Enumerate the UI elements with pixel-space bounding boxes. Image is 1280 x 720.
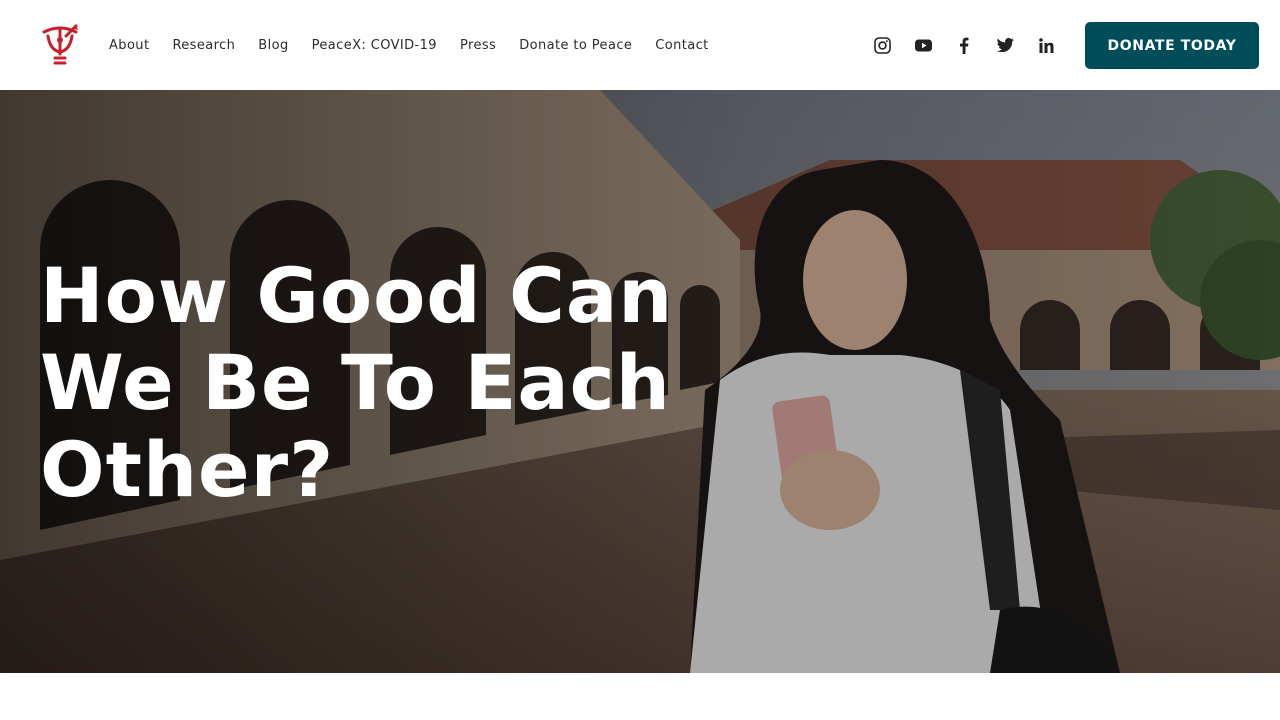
hero-banner: How Good Can We Be To Each Other? (0, 90, 1280, 673)
hero-title: How Good Can We Be To Each Other? (40, 251, 674, 514)
nav-peacex-covid[interactable]: PeaceX: COVID-19 (312, 38, 437, 53)
social-links (870, 0, 1075, 90)
nav-blog[interactable]: Blog (258, 38, 288, 53)
nav-research[interactable]: Research (172, 38, 235, 53)
linkedin-icon[interactable] (1034, 33, 1058, 57)
facebook-icon[interactable] (952, 33, 976, 57)
donate-today-button[interactable]: DONATE TODAY (1085, 22, 1259, 69)
nav-contact[interactable]: Contact (655, 38, 708, 53)
site-header: About Research Blog PeaceX: COVID-19 Pre… (0, 0, 1280, 90)
twitter-icon[interactable] (993, 33, 1017, 57)
site-logo-icon[interactable] (40, 22, 80, 66)
page-below-hero (0, 673, 1280, 720)
instagram-icon[interactable] (870, 33, 894, 57)
youtube-icon[interactable] (911, 33, 935, 57)
main-nav: About Research Blog PeaceX: COVID-19 Pre… (109, 0, 732, 90)
nav-donate-to-peace[interactable]: Donate to Peace (519, 38, 632, 53)
nav-press[interactable]: Press (460, 38, 496, 53)
nav-about[interactable]: About (109, 38, 149, 53)
